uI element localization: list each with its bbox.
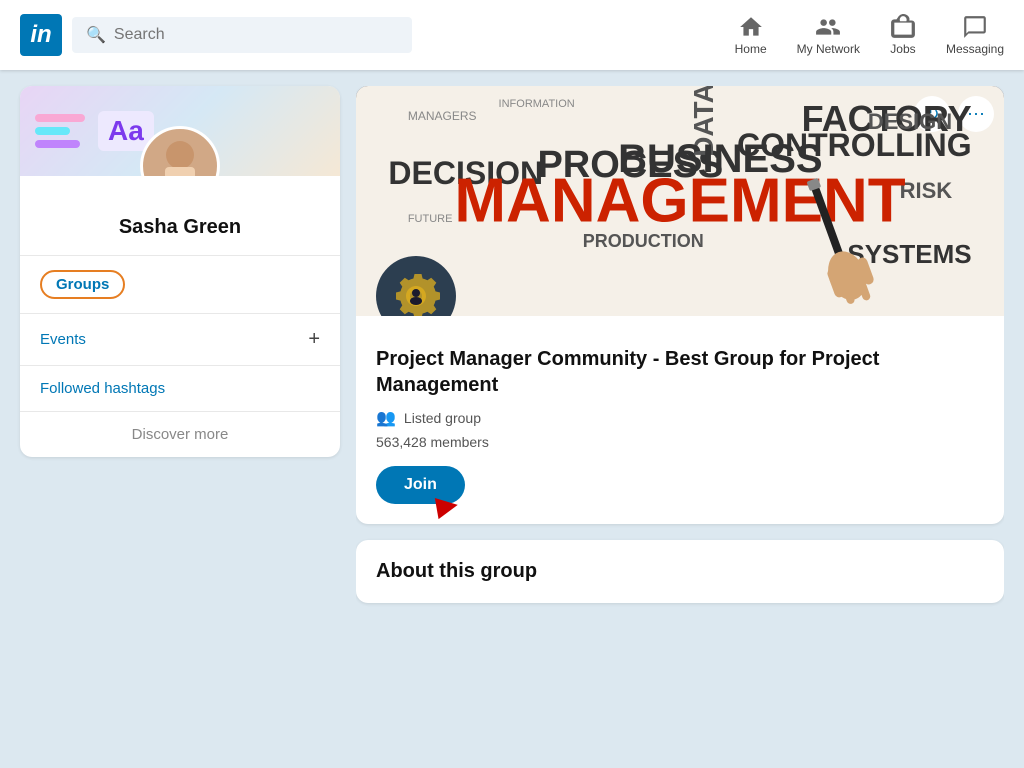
banner-bar-purple [35, 140, 80, 148]
jobs-icon [890, 14, 916, 40]
nav-messaging[interactable]: Messaging [946, 14, 1004, 56]
group-info: Project Manager Community - Best Group f… [356, 316, 1004, 524]
network-icon [815, 14, 841, 40]
word-information: INFORMATION [499, 98, 575, 110]
sidebar-card: Aa Sasha Green Groups [20, 86, 340, 457]
navbar: in 🔍 Home My Network Jobs [0, 0, 1024, 70]
group-card: MANAGERS INFORMATION FUTURE DECISION PRO… [356, 86, 1004, 524]
events-label: Events [40, 331, 86, 348]
profile-name: Sasha Green [40, 216, 320, 239]
navbar-right: Home My Network Jobs Messaging [735, 14, 1004, 56]
sidebar: Aa Sasha Green Groups [20, 86, 340, 752]
groups-label: Groups [40, 270, 125, 299]
word-future: FUTURE [408, 213, 453, 225]
messaging-icon [962, 14, 988, 40]
nav-jobs-label: Jobs [890, 42, 915, 56]
group-banner: MANAGERS INFORMATION FUTURE DECISION PRO… [356, 86, 1004, 316]
discover-more-button[interactable]: Discover more [20, 412, 340, 457]
group-type: Listed group [404, 410, 481, 426]
sidebar-item-events[interactable]: Events + [20, 314, 340, 365]
group-meta: 👥 Listed group [376, 408, 984, 428]
nav-messaging-label: Messaging [946, 42, 1004, 56]
discover-more-label: Discover more [132, 426, 229, 443]
sidebar-item-groups[interactable]: Groups [20, 256, 340, 313]
group-members-count: 563,428 members [376, 434, 984, 450]
word-design: DESIGN [868, 109, 952, 135]
about-title: About this group [376, 560, 984, 583]
banner-decorations [30, 109, 90, 153]
nav-home[interactable]: Home [735, 14, 767, 56]
about-card: About this group [356, 540, 1004, 603]
banner-bar-cyan [35, 127, 70, 135]
banner-bar-pink [35, 114, 85, 122]
linkedin-logo-text: in [30, 21, 51, 49]
hand-pen-image [739, 156, 939, 316]
word-managers: MANAGERS [408, 109, 477, 123]
main-content: Aa Sasha Green Groups [0, 70, 1024, 768]
nav-my-network[interactable]: My Network [797, 14, 860, 56]
avatar-image [145, 133, 215, 176]
events-add-icon[interactable]: + [308, 328, 320, 351]
navbar-left: in 🔍 [20, 14, 735, 56]
sidebar-banner: Aa [20, 86, 340, 176]
nav-network-label: My Network [797, 42, 860, 56]
profile-info: Sasha Green [20, 176, 340, 255]
content-area: MANAGERS INFORMATION FUTURE DECISION PRO… [356, 86, 1004, 752]
hashtags-label: Followed hashtags [40, 380, 165, 397]
nav-home-label: Home [735, 42, 767, 56]
join-label: Join [404, 476, 437, 493]
linkedin-logo[interactable]: in [20, 14, 62, 56]
gear-icon [386, 266, 446, 316]
group-type-icon: 👥 [376, 408, 396, 428]
home-icon [738, 14, 764, 40]
search-input[interactable] [114, 26, 398, 44]
group-title: Project Manager Community - Best Group f… [376, 346, 984, 398]
search-icon: 🔍 [86, 25, 106, 45]
nav-jobs[interactable]: Jobs [890, 14, 916, 56]
search-bar[interactable]: 🔍 [72, 17, 412, 53]
sidebar-item-hashtags[interactable]: Followed hashtags [20, 366, 340, 411]
